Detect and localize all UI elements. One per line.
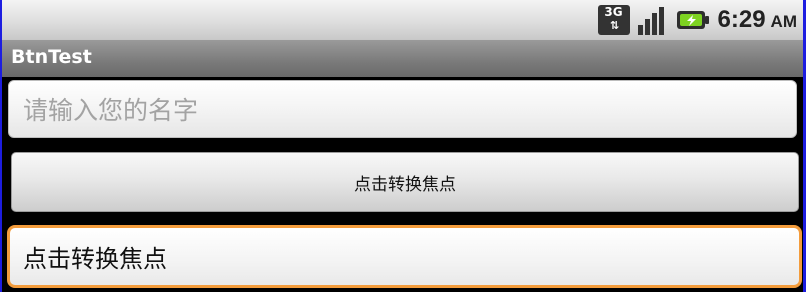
data-arrows-icon: ⇅ — [609, 19, 619, 32]
battery-charging-icon — [676, 9, 710, 31]
app-window: 3G ⇅ 6:29 AM BtnTest 请输入您的名字 点击转换焦点 点击转换… — [0, 0, 806, 292]
status-icons: 3G ⇅ 6:29 AM — [597, 4, 798, 36]
title-bar: BtnTest — [2, 40, 803, 77]
main-content: 请输入您的名字 点击转换焦点 点击转换焦点 — [2, 77, 803, 292]
signal-strength-icon — [637, 5, 668, 35]
status-bar: 3G ⇅ 6:29 AM — [2, 0, 803, 40]
app-title: BtnTest — [11, 46, 92, 68]
3g-label: 3G — [604, 5, 623, 19]
clock: 6:29 AM — [718, 6, 798, 34]
name-input[interactable]: 请输入您的名字 — [8, 80, 797, 138]
clock-time: 6:29 — [717, 6, 766, 33]
switch-focus-button[interactable]: 点击转换焦点 — [11, 152, 799, 212]
clock-ampm: AM — [770, 12, 797, 31]
focused-text-field[interactable]: 点击转换焦点 — [7, 225, 802, 288]
3g-data-icon: 3G ⇅ — [597, 5, 630, 35]
